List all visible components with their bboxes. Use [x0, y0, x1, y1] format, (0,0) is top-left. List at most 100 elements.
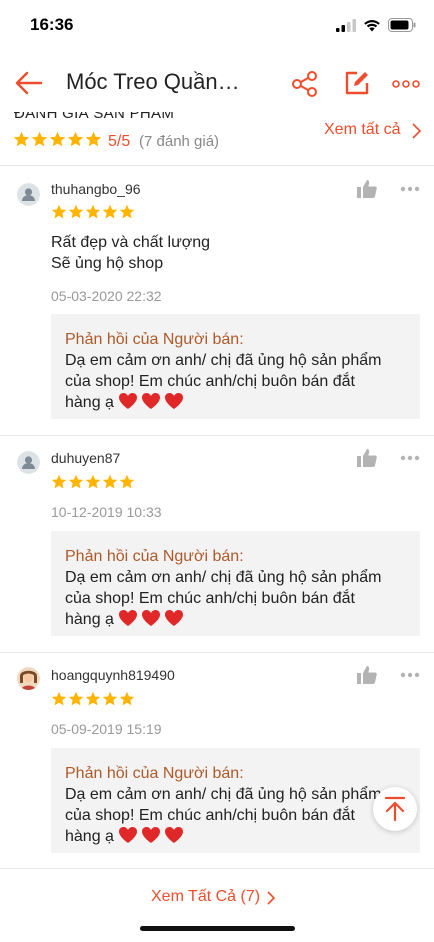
heart-icon — [142, 827, 161, 843]
thumbs-up-icon[interactable] — [357, 180, 377, 198]
back-arrow-icon[interactable] — [14, 68, 44, 98]
thumbs-up-icon[interactable] — [357, 449, 377, 467]
comment-line: Rất đẹp và chất lượng — [51, 234, 211, 251]
review-item: duhuyen87 10-12-2019 10:33 Phản hồi của … — [0, 436, 434, 652]
star-icon — [119, 691, 135, 706]
rating-score: 5/5 — [108, 133, 131, 150]
star-icon — [13, 131, 30, 147]
star-icon — [102, 691, 118, 706]
home-indicator — [140, 926, 295, 931]
review-stars — [51, 691, 135, 707]
user-photo-icon — [17, 667, 40, 690]
chevron-right-icon[interactable] — [410, 122, 422, 140]
reply-line: Dạ em cảm ơn anh/ chị đã ủng hộ sản phẩm — [65, 569, 382, 586]
review-username: duhuyen87 — [51, 450, 121, 466]
reply-line: hàng ạ — [65, 828, 114, 845]
star-icon — [68, 204, 84, 219]
wifi-icon — [364, 19, 380, 31]
see-all-link[interactable]: Xem tất cả — [324, 121, 400, 139]
reply-last-line: hàng ạ — [65, 392, 406, 416]
star-icon — [51, 474, 67, 489]
reply-line: của shop! Em chúc anh/chị buôn bán đắt — [65, 590, 355, 607]
scroll-top-button[interactable] — [373, 787, 417, 831]
star-icon — [85, 691, 101, 706]
scroll-top-icon — [384, 796, 406, 822]
section-title: ĐÁNH GIÁ SẢN PHẨM — [14, 112, 175, 122]
hearts — [118, 392, 187, 416]
heart-icon — [142, 393, 161, 409]
heart-icon — [165, 393, 184, 409]
reply-line: của shop! Em chúc anh/chị buôn bán đắt — [65, 807, 355, 824]
heart-icon — [165, 827, 184, 843]
battery-icon — [388, 18, 416, 32]
review-more-icon[interactable] — [400, 672, 420, 678]
heart-icon — [119, 610, 138, 626]
edit-icon[interactable] — [344, 70, 370, 96]
seller-reply: Phản hồi của Người bán: Dạ em cảm ơn anh… — [51, 314, 420, 419]
heart-icon — [142, 610, 161, 626]
star-icon — [49, 131, 66, 147]
star-icon — [51, 691, 67, 706]
star-icon — [85, 131, 102, 147]
heart-icon — [119, 393, 138, 409]
comment-line: Sẽ ủng hộ shop — [51, 255, 164, 272]
star-icon — [68, 474, 84, 489]
reply-title: Phản hồi của Người bán: — [65, 765, 244, 782]
review-date: 05-09-2019 15:19 — [51, 721, 162, 737]
review-username: thuhangbo_96 — [51, 181, 141, 197]
page-title: Móc Treo Quần… — [66, 69, 240, 94]
nav-bar: Móc Treo Quần… — [0, 54, 434, 112]
more-icon[interactable] — [392, 74, 420, 94]
review-stars — [51, 474, 135, 490]
review-date: 05-03-2020 22:32 — [51, 288, 162, 304]
reply-line: hàng ạ — [65, 394, 114, 411]
star-icon — [85, 204, 101, 219]
avatar — [17, 183, 40, 206]
star-icon — [67, 131, 84, 147]
star-icon — [31, 131, 48, 147]
reply-line: hàng ạ — [65, 611, 114, 628]
review-more-icon[interactable] — [400, 186, 420, 192]
seller-reply: Phản hồi của Người bán: Dạ em cảm ơn anh… — [51, 748, 420, 853]
share-icon[interactable] — [291, 70, 319, 98]
reply-line: Dạ em cảm ơn anh/ chị đã ủng hộ sản phẩm — [65, 786, 382, 803]
review-date: 10-12-2019 10:33 — [51, 504, 162, 520]
reply-last-line: hàng ạ — [65, 826, 406, 850]
review-comment: Rất đẹp và chất lượng Sẽ ủng hộ shop — [51, 232, 210, 274]
avatar — [17, 451, 40, 474]
star-icon — [119, 204, 135, 219]
hearts — [118, 826, 187, 850]
thumbs-up-icon[interactable] — [357, 666, 377, 684]
star-icon — [85, 474, 101, 489]
seller-reply: Phản hồi của Người bán: Dạ em cảm ơn anh… — [51, 531, 420, 636]
star-icon — [68, 691, 84, 706]
heart-icon — [119, 827, 138, 843]
status-time: 16:36 — [30, 15, 74, 34]
reply-title: Phản hồi của Người bán: — [65, 548, 244, 565]
review-more-icon[interactable] — [400, 455, 420, 461]
signal-icon — [336, 18, 356, 32]
hearts — [118, 609, 187, 633]
star-icon — [51, 204, 67, 219]
avatar — [17, 667, 40, 690]
chevron-right-icon[interactable] — [266, 890, 276, 906]
reply-line: Dạ em cảm ơn anh/ chị đã ủng hộ sản phẩm — [65, 352, 382, 369]
see-all-reviews-button[interactable]: Xem Tất Cả (7) — [151, 888, 260, 906]
star-icon — [102, 474, 118, 489]
star-icon — [119, 474, 135, 489]
review-stars — [51, 204, 135, 220]
summary-stars — [13, 131, 102, 148]
rating-count: (7 đánh giá) — [139, 133, 220, 150]
rating-summary: ĐÁNH GIÁ SẢN PHẨM 5/5 (7 đánh giá) Xem t… — [0, 112, 434, 166]
status-bar: 16:36 — [0, 0, 434, 54]
status-icons — [336, 18, 416, 32]
reviews-footer: Xem Tất Cả (7) — [0, 868, 434, 924]
user-placeholder-icon — [17, 183, 40, 206]
user-placeholder-icon — [17, 451, 40, 474]
review-item: hoangquynh819490 05-09-2019 15:19 Phản h… — [0, 653, 434, 867]
review-username: hoangquynh819490 — [51, 667, 175, 683]
reply-last-line: hàng ạ — [65, 609, 406, 633]
review-item: thuhangbo_96 Rất đẹp và chất lượng Sẽ ủn… — [0, 167, 434, 435]
reply-line: của shop! Em chúc anh/chị buôn bán đắt — [65, 373, 355, 390]
reply-title: Phản hồi của Người bán: — [65, 331, 244, 348]
